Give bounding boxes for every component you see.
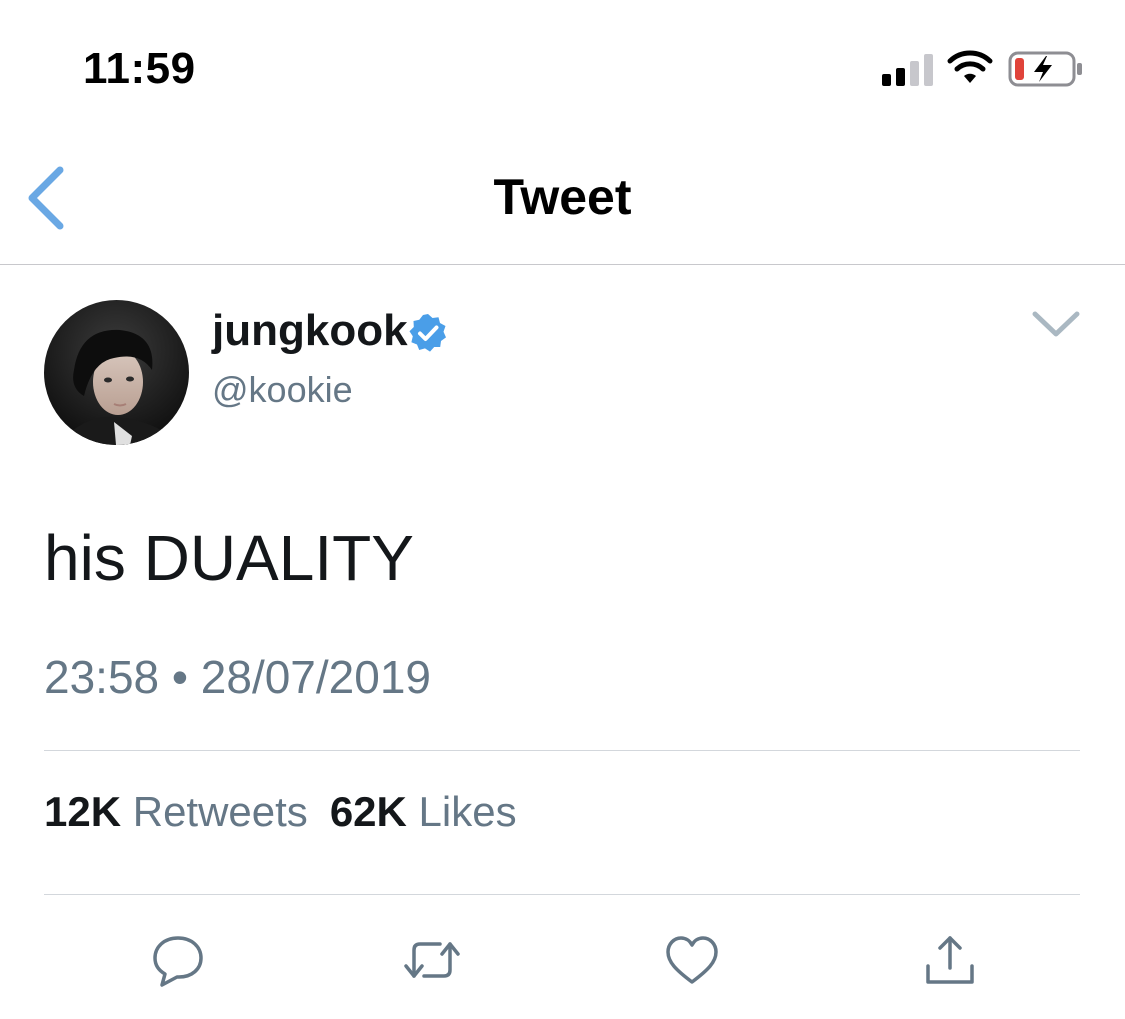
reply-icon[interactable]: [148, 932, 208, 988]
tweet-stats: 12K Retweets 62K Likes: [44, 788, 539, 836]
likes-label: Likes: [418, 788, 517, 835]
likes-count: 62K: [329, 788, 407, 835]
share-icon[interactable]: [920, 932, 980, 988]
display-name[interactable]: jungkook: [212, 306, 408, 356]
chevron-down-icon[interactable]: [1030, 304, 1082, 344]
wifi-icon: [947, 50, 993, 83]
user-handle[interactable]: @kookie: [212, 369, 353, 411]
battery-charging-icon: [1008, 51, 1082, 87]
avatar[interactable]: [44, 300, 189, 445]
tweet-timestamp: 23:58 • 28/07/2019: [44, 651, 432, 703]
verified-badge-icon: [409, 314, 446, 352]
nav-divider: [0, 264, 1125, 265]
retweet-icon[interactable]: [402, 932, 462, 988]
divider: [44, 894, 1080, 895]
page-title: Tweet: [493, 169, 632, 225]
likes-stat[interactable]: 62K Likes: [330, 788, 517, 836]
like-icon[interactable]: [662, 932, 722, 988]
cellular-signal-icon: [882, 54, 933, 86]
retweets-label: Retweets: [132, 788, 308, 835]
retweets-stat[interactable]: 12K Retweets: [44, 788, 308, 836]
divider: [44, 750, 1080, 751]
tweet-text: his DUALITY: [44, 522, 414, 594]
retweets-count: 12K: [44, 788, 122, 835]
avatar-image: [44, 300, 189, 445]
status-time: 11:59: [83, 44, 196, 93]
